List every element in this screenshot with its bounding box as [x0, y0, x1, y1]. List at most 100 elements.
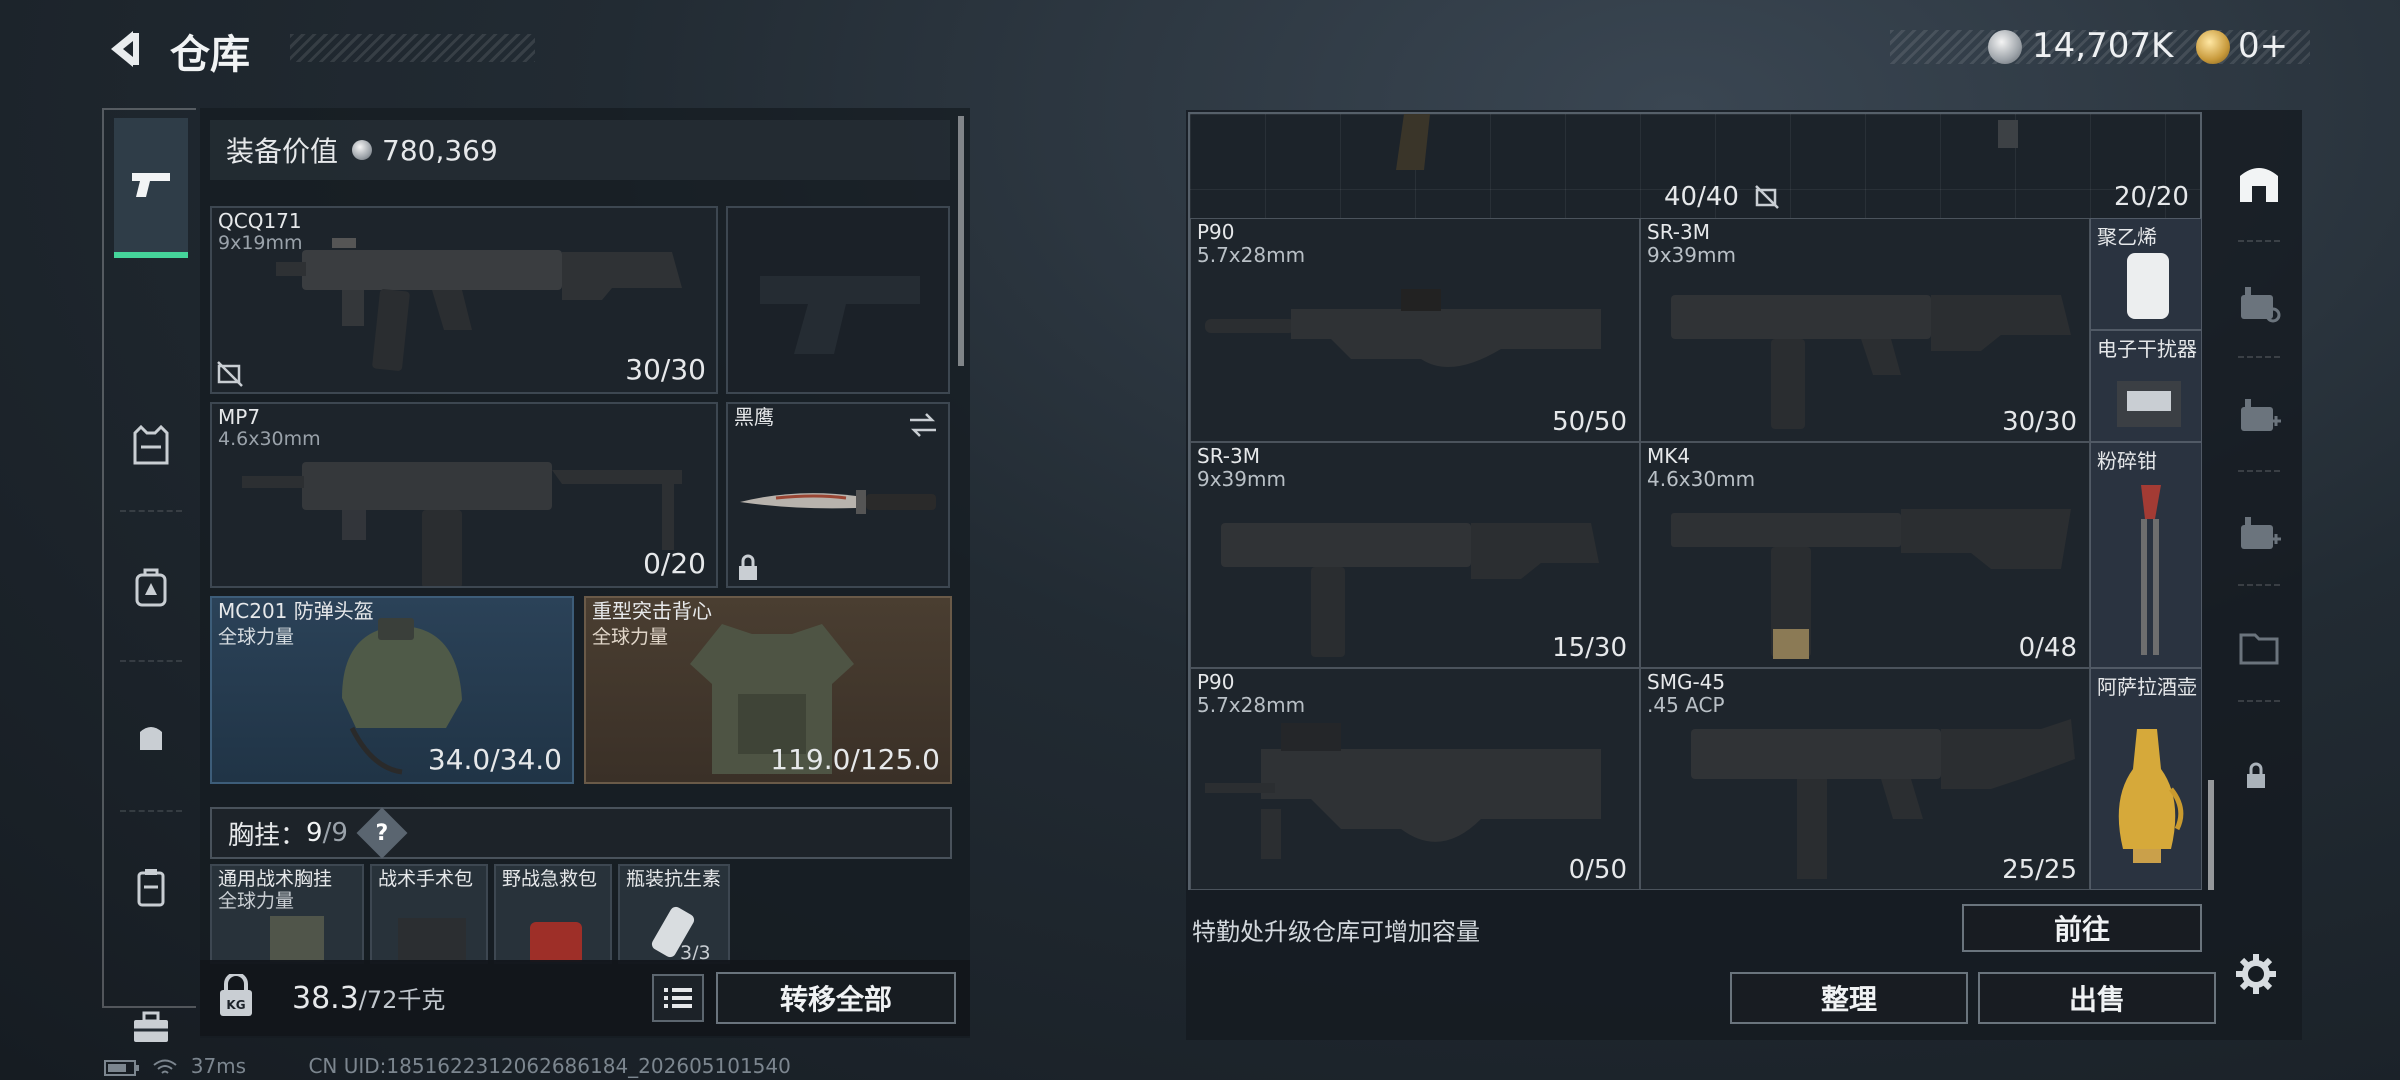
- stash-weapon-mk4[interactable]: MK4 4.6x30mm 0/48: [1640, 442, 2090, 668]
- item-caliber: 5.7x28mm: [1197, 243, 1306, 267]
- lock-icon: [739, 554, 757, 580]
- helmet-tag: 全球力量: [218, 626, 295, 648]
- sort-button[interactable]: 整理: [1730, 972, 1968, 1024]
- list-icon: [664, 988, 692, 1008]
- pouch-icon: [140, 727, 162, 750]
- equipment-value-row: 装备价值 780,369: [210, 120, 950, 180]
- item-name: P90: [1197, 220, 1235, 244]
- container-icon: [137, 869, 165, 907]
- vest-tag: 全球力量: [592, 626, 669, 648]
- back-arrow-icon: [111, 31, 139, 67]
- item-ammo: 15/30: [1552, 633, 1627, 663]
- filter-tab-4[interactable]: [2226, 500, 2292, 566]
- item-ammo: 25/25: [2002, 855, 2077, 885]
- rig-slot-antibiotics[interactable]: 瓶装抗生素 3/3: [618, 864, 730, 964]
- melee-name: 黑鹰: [734, 405, 774, 429]
- filter-tab-3[interactable]: [2226, 382, 2292, 448]
- item-ammo: 30/30: [2002, 407, 2077, 437]
- upgrade-hint: 特勤处升级仓库可增加容量: [1192, 918, 1480, 946]
- uid-text: CN UID:1851622312062686184_202605101540: [308, 1054, 791, 1078]
- weapon-name: MP7: [218, 405, 261, 429]
- rig-slot-surgery-kit[interactable]: 战术手术包: [370, 864, 488, 964]
- top-item-ammo-2: 20/20: [2114, 182, 2189, 212]
- rig-item-name: 野战急救包: [502, 868, 598, 890]
- equip-value: 780,369: [382, 133, 498, 167]
- rig-slot-first-aid[interactable]: 野战急救包: [494, 864, 612, 964]
- weight-readout: 38.3/72千克: [292, 980, 445, 1016]
- tab-pouch[interactable]: [114, 700, 188, 774]
- battery-icon: [104, 1059, 139, 1076]
- first-aid-icon: [530, 922, 582, 962]
- rig-total: /9: [322, 818, 348, 848]
- helmet-slot[interactable]: MC201 防弹头盔 全球力量 34.0/34.0: [210, 596, 574, 784]
- case-add-icon: [2241, 517, 2281, 549]
- transfer-all-button[interactable]: 转移全部: [716, 972, 956, 1024]
- surgery-kit-icon: [398, 918, 466, 962]
- tab-vest[interactable]: [114, 408, 188, 482]
- item-name: 粉碎钳: [2097, 449, 2157, 473]
- page-title: 仓库: [170, 32, 250, 78]
- primary-weapon-slot[interactable]: QCQ171 9x19mm 30/30: [210, 206, 718, 394]
- stash-all-icon: [2240, 168, 2278, 202]
- tab-backpack[interactable]: [114, 550, 188, 624]
- stash-weapon-sr3m-2[interactable]: SR-3M 9x39mm 15/30: [1190, 442, 1640, 668]
- weapon-ammo: 0/20: [643, 547, 706, 580]
- stash-filter-rail: [2226, 120, 2292, 720]
- item-ammo: 0/50: [1568, 855, 1627, 885]
- tab-container[interactable]: [114, 850, 188, 924]
- stash-item-flask[interactable]: 阿萨拉酒壶: [2090, 668, 2202, 890]
- sidearm-slot[interactable]: [726, 206, 950, 394]
- chest-rig-header: 胸挂： 9 /9 ?: [210, 807, 952, 859]
- item-name: MK4: [1647, 444, 1691, 468]
- stash-weapon-p90-1[interactable]: P90 5.7x28mm 50/50: [1190, 218, 1640, 442]
- tab-toolbox[interactable]: [114, 990, 188, 1064]
- pistol-icon: [132, 173, 170, 197]
- help-icon[interactable]: ?: [356, 807, 408, 859]
- backpack-icon: [135, 568, 167, 607]
- secondary-weapon-slot[interactable]: MP7 4.6x30mm 0/20: [210, 402, 718, 588]
- melee-slot[interactable]: 黑鹰: [726, 402, 950, 588]
- stash-item-polyethylene[interactable]: 聚乙烯: [2090, 218, 2202, 330]
- item-name: SR-3M: [1197, 444, 1260, 468]
- status-bar: 37ms CN UID:1851622312062686184_20260510…: [104, 1054, 791, 1078]
- top-item-ammo-1: 40/40: [1664, 182, 1739, 212]
- item-name: 阿萨拉酒壶: [2097, 675, 2197, 699]
- stash-item-jammer[interactable]: 电子干扰器: [2090, 330, 2202, 442]
- list-view-button[interactable]: [652, 974, 704, 1022]
- stash-weapon-p90-2[interactable]: P90 5.7x28mm 0/50: [1190, 668, 1640, 890]
- tab-weapons[interactable]: [114, 118, 188, 258]
- stash-weapon-smg45[interactable]: SMG-45 .45 ACP 25/25: [1640, 668, 2090, 890]
- no-insure-icon: [1755, 185, 1779, 209]
- rig-item-name: 战术手术包: [378, 868, 474, 890]
- magazine-icon: [1396, 114, 1430, 170]
- filter-tab-2[interactable]: [2226, 270, 2292, 336]
- swap-icon[interactable]: [908, 412, 938, 438]
- sell-button[interactable]: 出售: [1978, 972, 2216, 1024]
- p90-image-icon: [1205, 289, 1601, 367]
- mp7-image-icon: [242, 462, 682, 586]
- lock-icon[interactable]: [2244, 762, 2268, 790]
- filter-tab-5[interactable]: [2226, 614, 2292, 680]
- back-button[interactable]: [100, 24, 150, 74]
- wifi-icon: [153, 1059, 177, 1074]
- stash-weapon-sr3m-1[interactable]: SR-3M 9x39mm 30/30: [1640, 218, 2090, 442]
- rig-item-name: 通用战术胸挂: [218, 868, 333, 890]
- gold-coin-icon: [2196, 30, 2230, 64]
- vest-durability: 119.0/125.0: [770, 743, 940, 776]
- goto-button[interactable]: 前往: [1962, 904, 2202, 952]
- rig-label: 胸挂：: [228, 820, 307, 851]
- bolt-cutter-icon: [2141, 485, 2161, 655]
- case-refresh-icon: [2241, 287, 2281, 323]
- loadout-scrollbar[interactable]: [958, 116, 964, 366]
- stash-scrollbar[interactable]: [2208, 780, 2214, 890]
- sr3m-image-icon: [1221, 523, 1599, 657]
- settings-gear-icon[interactable]: [2234, 952, 2278, 996]
- rig-item-tag: 全球力量: [218, 890, 295, 912]
- gold-balance[interactable]: 0+: [2238, 26, 2288, 66]
- silver-coin-icon: [352, 140, 373, 160]
- stash-item-bolt-cutter[interactable]: 粉碎钳: [2090, 442, 2202, 668]
- rig-slot-vest[interactable]: 通用战术胸挂 全球力量: [210, 864, 364, 964]
- vest-slot[interactable]: 重型突击背心 全球力量 119.0/125.0: [584, 596, 952, 784]
- filter-all[interactable]: [2226, 150, 2292, 216]
- stash-grid: 40/40 20/20 P90 5.7x28mm 50/50 SR-3M 9x3…: [1188, 112, 2202, 890]
